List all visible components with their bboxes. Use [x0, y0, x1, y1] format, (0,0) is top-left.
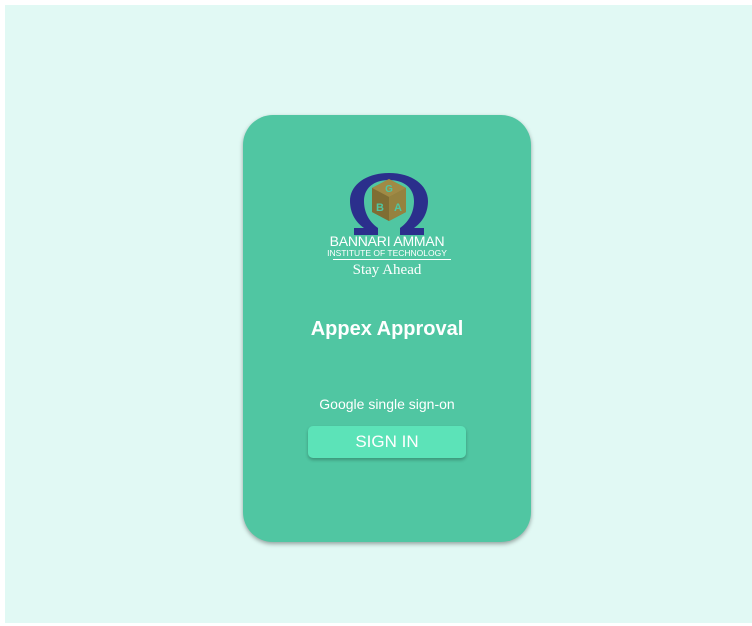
svg-text:G: G	[385, 184, 393, 195]
sso-label: Google single sign-on	[319, 396, 455, 412]
institute-subname: INSTITUTE OF TECHNOLOGY	[327, 248, 447, 258]
login-card: G B A BANNARI AMMAN INSTITUTE OF TECHNOL…	[243, 115, 531, 542]
institute-name: BANNARI AMMAN	[329, 233, 445, 249]
logo-divider	[333, 259, 451, 260]
sign-in-button[interactable]: SIGN IN	[308, 426, 466, 458]
institute-logo: G B A BANNARI AMMAN INSTITUTE OF TECHNOL…	[243, 173, 531, 293]
page-background: G B A BANNARI AMMAN INSTITUTE OF TECHNOL…	[5, 5, 752, 623]
svg-text:B: B	[376, 202, 384, 214]
svg-text:A: A	[394, 202, 402, 214]
app-title: Appex Approval	[310, 318, 464, 340]
omega-cube-emblem-icon: G B A	[350, 173, 428, 235]
institute-tagline: Stay Ahead	[352, 262, 422, 278]
